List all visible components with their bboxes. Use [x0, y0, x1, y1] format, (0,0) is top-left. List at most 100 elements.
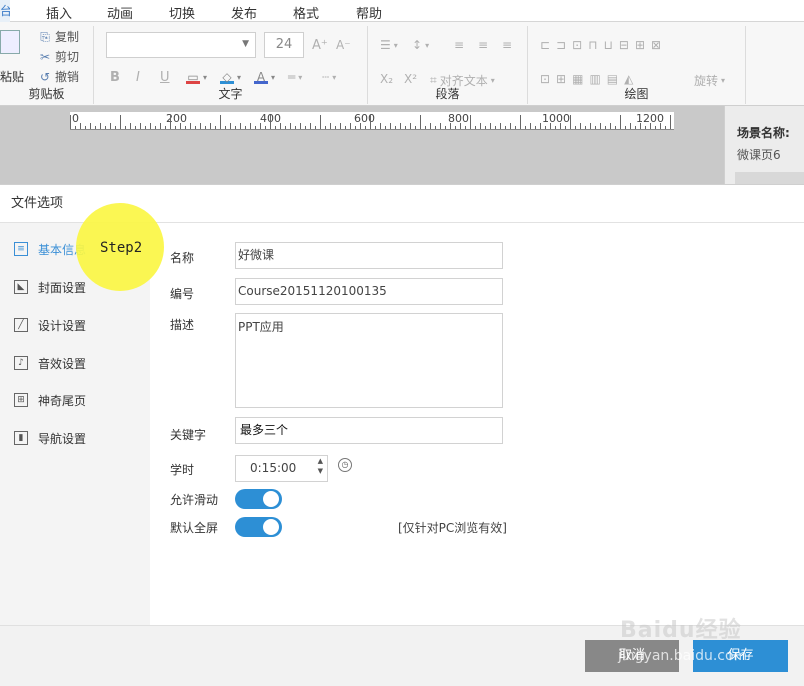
- fullscreen-toggle[interactable]: [235, 517, 282, 537]
- copy-label: 复制: [55, 30, 80, 44]
- chevron-down-icon: ▾: [721, 76, 726, 85]
- menu-help[interactable]: 帮助: [356, 3, 382, 22]
- ruler-tick: [585, 126, 586, 129]
- menu-transition[interactable]: 切换: [169, 3, 195, 22]
- ruler-tick: [335, 126, 336, 129]
- ruler-tick: [295, 126, 296, 129]
- scene-scrollbar[interactable]: [735, 172, 804, 184]
- underline-button[interactable]: U: [160, 70, 170, 85]
- ruler-label: 0: [72, 112, 79, 125]
- ruler-tick: [505, 126, 506, 129]
- line-style-button[interactable]: ═ ▾: [288, 70, 302, 84]
- ruler-tick: [395, 126, 396, 129]
- align-right-button[interactable]: ≡: [502, 38, 512, 52]
- allow-slide-toggle[interactable]: [235, 489, 282, 509]
- duration-input[interactable]: 0:15:00 ▲ ▼: [235, 455, 328, 482]
- ruler-tick: [425, 126, 426, 129]
- ruler-tick: [655, 126, 656, 129]
- menu-publish[interactable]: 发布: [231, 3, 257, 22]
- duration-value: 0:15:00: [250, 461, 297, 475]
- text-color-button[interactable]: ▭ ▾: [186, 70, 207, 84]
- paste-icon: [0, 30, 20, 54]
- ruler-tick: [465, 126, 466, 129]
- ruler-tick: [525, 126, 526, 129]
- arrange-icons-row1[interactable]: ⊏⊐⊡⊓⊔⊟⊞⊠: [540, 38, 667, 52]
- toggle-knob: [263, 519, 279, 535]
- nav-icon: ▮: [14, 431, 28, 445]
- duration-stepper[interactable]: ▲ ▼: [318, 456, 323, 476]
- ruler-tick: [260, 123, 261, 129]
- ruler-tick: [390, 123, 391, 129]
- paint-icon: ▭: [186, 70, 200, 84]
- ruler-tick: [430, 123, 431, 129]
- cover-icon: ◣: [14, 280, 28, 294]
- sidebar-item-sound[interactable]: ♪ 音效设置: [14, 354, 86, 372]
- name-field[interactable]: 好微课: [235, 242, 503, 269]
- ruler-tick: [365, 126, 366, 129]
- ruler-tick: [240, 123, 241, 129]
- font-family-select[interactable]: ▼: [106, 32, 256, 58]
- ruler-tick: [550, 123, 551, 129]
- ruler-tick: [85, 126, 86, 129]
- paste-button[interactable]: [0, 30, 20, 54]
- ruler-tick: [410, 123, 411, 129]
- id-field[interactable]: Course20151120100135: [235, 278, 503, 305]
- group-shapes-icon: ⊡⊞▦▥▤◭: [540, 72, 640, 86]
- menu-format[interactable]: 格式: [293, 3, 319, 22]
- keyword-field[interactable]: 最多三个: [235, 417, 503, 444]
- dash-style-button[interactable]: ┄ ▾: [322, 70, 336, 84]
- bold-button[interactable]: B: [110, 70, 120, 85]
- ruler-tick: [370, 115, 371, 129]
- arrange-icons-row2[interactable]: ⊡⊞▦▥▤◭: [540, 72, 639, 86]
- ruler-tick: [225, 126, 226, 129]
- superscript-button[interactable]: X²: [404, 72, 417, 86]
- fill-color-button[interactable]: ◇ ▾: [220, 70, 241, 84]
- clock-icon[interactable]: ◷: [338, 458, 352, 472]
- shrink-font-button[interactable]: A⁻: [336, 38, 351, 52]
- menu-animation[interactable]: 动画: [107, 3, 133, 22]
- sidebar-item-end-page[interactable]: ⊞ 神奇尾页: [14, 391, 86, 409]
- ruler-tick: [185, 126, 186, 129]
- font-color-icon: A: [254, 70, 268, 84]
- font-color-button[interactable]: A ▾: [254, 70, 275, 84]
- ruler-tick: [570, 115, 571, 129]
- ruler-tick: [190, 123, 191, 129]
- menu-insert[interactable]: 插入: [46, 3, 72, 22]
- ruler-tick: [315, 126, 316, 129]
- ruler-tick: [435, 126, 436, 129]
- bullet-list-button[interactable]: ☰ ▾: [380, 38, 398, 52]
- sidebar-item-cover[interactable]: ◣ 封面设置: [14, 278, 86, 296]
- italic-button[interactable]: I: [136, 70, 140, 85]
- ruler-label: 800: [448, 112, 469, 125]
- description-label: 描述: [170, 318, 195, 332]
- ruler-tick: [145, 126, 146, 129]
- align-center-button[interactable]: ≡: [478, 38, 488, 52]
- paste-label[interactable]: 粘贴: [0, 68, 24, 85]
- name-label: 名称: [170, 251, 195, 265]
- ruler-tick: [600, 123, 601, 129]
- ruler-tick: [115, 126, 116, 129]
- align-center-icon: ≡: [478, 38, 489, 52]
- grow-font-button[interactable]: A⁺: [312, 38, 328, 53]
- line-spacing-button[interactable]: ↕ ▾: [412, 38, 429, 52]
- cut-button[interactable]: ✂ 剪切: [38, 48, 79, 65]
- horizontal-ruler: 0 200 400 600 800 1000 1200: [70, 112, 674, 130]
- toggle-knob: [263, 491, 279, 507]
- ruler-tick: [670, 115, 671, 129]
- align-left-button[interactable]: ≡: [454, 38, 464, 52]
- ruler-tick: [480, 123, 481, 129]
- ruler-tick: [270, 115, 271, 129]
- subscript-button[interactable]: X₂: [380, 72, 393, 86]
- cut-label: 剪切: [55, 50, 80, 64]
- font-size-input[interactable]: 24: [264, 32, 304, 58]
- sidebar-item-navigation[interactable]: ▮ 导航设置: [14, 429, 86, 447]
- sidebar-item-design[interactable]: ╱ 设计设置: [14, 316, 86, 334]
- ruler-tick: [275, 126, 276, 129]
- undo-button[interactable]: ↺ 撤销: [38, 68, 79, 85]
- copy-button[interactable]: ⎘ 复制: [38, 28, 79, 45]
- menu-tab-start[interactable]: 台: [0, 0, 10, 22]
- chevron-down-icon: ▾: [425, 40, 430, 50]
- scene-name-value[interactable]: 微课页6: [737, 146, 781, 163]
- description-field[interactable]: PPT应用: [235, 313, 503, 408]
- line-icon: ═: [288, 70, 296, 84]
